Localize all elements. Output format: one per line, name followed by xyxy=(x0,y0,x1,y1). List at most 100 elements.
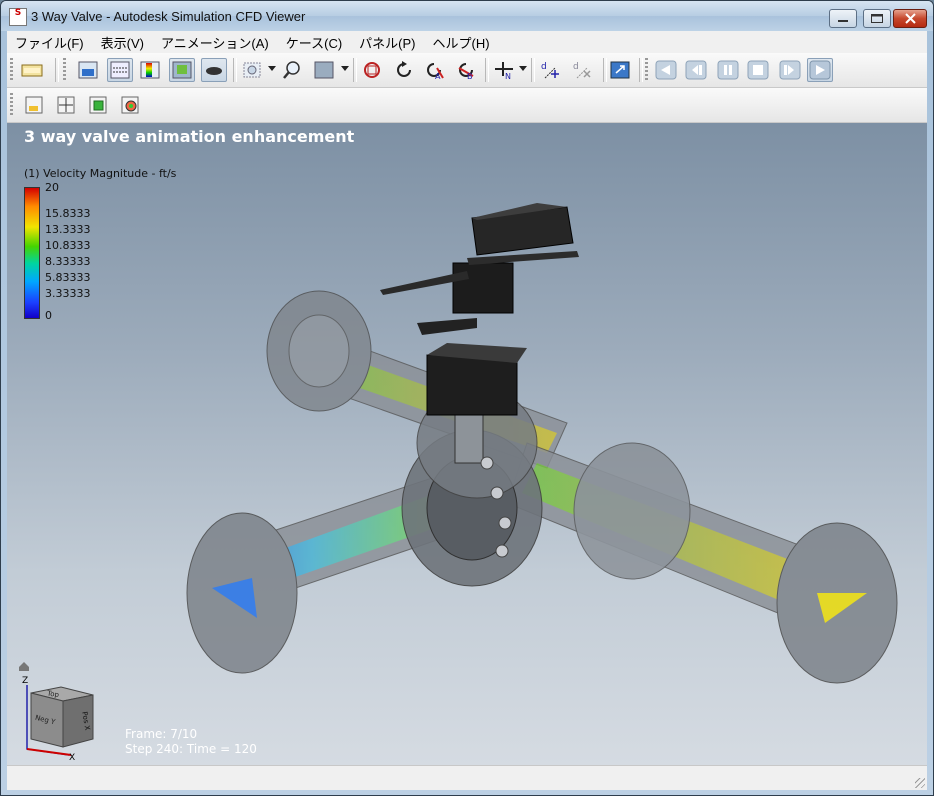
3d-viewport[interactable]: 3 way valve animation enhancement (1) Ve… xyxy=(7,123,927,765)
normal-to-dropdown[interactable] xyxy=(519,66,527,71)
svg-text:A: A xyxy=(435,72,441,80)
toolbar-separator xyxy=(55,58,59,82)
colorbar-button[interactable] xyxy=(137,58,163,82)
fit-view-dropdown[interactable] xyxy=(268,66,276,71)
shaded-view-button[interactable] xyxy=(169,58,195,82)
rotate-button[interactable] xyxy=(391,58,417,82)
plane-button[interactable] xyxy=(21,93,47,117)
secondary-toolbar xyxy=(7,88,927,123)
svg-text:B: B xyxy=(467,72,473,80)
toolbar-separator xyxy=(353,58,357,82)
menu-help[interactable]: ヘルプ(H) xyxy=(425,33,498,52)
step-forward-icon xyxy=(779,60,801,80)
front-view-icon xyxy=(78,61,98,79)
play-button[interactable] xyxy=(807,58,833,82)
toolbar-grip[interactable] xyxy=(63,58,66,82)
right-pipe xyxy=(506,442,898,684)
rotate-about-b-button[interactable]: B xyxy=(453,58,479,82)
menu-view[interactable]: 表示(V) xyxy=(93,33,152,52)
axis-z-label: Z xyxy=(22,676,28,686)
cross-section-icon xyxy=(57,96,75,114)
minimize-button[interactable] xyxy=(829,9,857,28)
open-icon xyxy=(21,64,43,77)
background-icon xyxy=(314,61,334,79)
toolbar-grip[interactable] xyxy=(10,58,13,82)
minimize-icon xyxy=(838,19,848,22)
open-button[interactable] xyxy=(19,58,45,82)
step-forward-button[interactable] xyxy=(777,58,803,82)
status-bar xyxy=(7,765,927,790)
step-time-label: Step 240: Time = 120 xyxy=(125,742,257,756)
main-toolbar: A B N d d xyxy=(7,53,927,88)
delete-point-icon: d xyxy=(573,62,591,79)
app-icon[interactable]: S xyxy=(9,8,27,26)
fit-view-icon xyxy=(243,62,261,78)
move-icon: d xyxy=(541,62,559,79)
stop-icon xyxy=(747,60,769,80)
toolbar-separator xyxy=(485,58,489,82)
stop-button[interactable] xyxy=(745,58,771,82)
shadow-icon xyxy=(206,67,222,75)
menu-panel[interactable]: パネル(P) xyxy=(351,33,423,52)
svg-text:N: N xyxy=(505,72,511,80)
zoom-button[interactable] xyxy=(279,58,305,82)
toolbar-separator xyxy=(639,58,643,82)
play-icon xyxy=(809,60,831,80)
move-button[interactable]: d xyxy=(537,58,563,82)
fullscreen-button[interactable] xyxy=(607,58,633,82)
maximize-icon xyxy=(871,14,883,23)
axis-x-label: X xyxy=(69,753,75,763)
frame-label: Frame: 7/10 xyxy=(125,727,198,741)
view-cube[interactable]: Z X Top Neg Y Pos X xyxy=(11,659,101,764)
application-window: S 3 Way Valve - Autodesk Simulation CFD … xyxy=(0,0,934,796)
top-view-button[interactable] xyxy=(107,58,133,82)
play-reverse-icon xyxy=(655,60,677,80)
rotate-about-b-icon: B xyxy=(458,63,474,80)
window-title: 3 Way Valve - Autodesk Simulation CFD Vi… xyxy=(31,9,306,24)
toolbar-separator xyxy=(233,58,237,82)
shadow-button[interactable] xyxy=(201,58,227,82)
reset-view-button[interactable] xyxy=(359,58,385,82)
fit-view-button[interactable] xyxy=(239,58,265,82)
cross-section-button[interactable] xyxy=(53,93,79,117)
close-button[interactable] xyxy=(893,9,927,28)
valve-body xyxy=(401,387,543,587)
menu-case[interactable]: ケース(C) xyxy=(278,33,350,52)
background-dropdown[interactable] xyxy=(341,66,349,71)
toolbar-grip[interactable] xyxy=(10,93,13,117)
resize-grip-icon[interactable] xyxy=(915,778,925,788)
step-back-icon xyxy=(685,60,707,80)
step-back-button[interactable] xyxy=(683,58,709,82)
home-view-icon[interactable] xyxy=(19,662,29,671)
shaded-view-icon xyxy=(172,61,192,79)
rotate-about-a-icon: A xyxy=(427,63,444,80)
menu-bar: ファイル(F) 表示(V) アニメーション(A) ケース(C) パネル(P) ヘ… xyxy=(7,31,927,53)
front-view-button[interactable] xyxy=(75,58,101,82)
plane-icon xyxy=(25,96,43,114)
svg-text:d: d xyxy=(541,62,547,72)
maximize-button[interactable] xyxy=(863,9,891,28)
play-reverse-button[interactable] xyxy=(653,58,679,82)
normal-to-button[interactable]: N xyxy=(491,58,517,82)
close-icon xyxy=(904,13,916,24)
toolbar-separator xyxy=(531,58,535,82)
pause-button[interactable] xyxy=(715,58,741,82)
iso-surface-button[interactable] xyxy=(85,93,111,117)
normal-to-icon: N xyxy=(495,62,513,80)
wall-result-icon xyxy=(121,96,139,114)
valve-model[interactable] xyxy=(7,123,927,765)
iso-surface-icon xyxy=(89,96,107,114)
menu-file[interactable]: ファイル(F) xyxy=(7,33,92,52)
wall-result-button[interactable] xyxy=(117,93,143,117)
menu-animation[interactable]: アニメーション(A) xyxy=(153,33,277,52)
delete-point-button[interactable]: d xyxy=(569,58,595,82)
reset-view-icon xyxy=(364,62,380,78)
title-bar[interactable]: S 3 Way Valve - Autodesk Simulation CFD … xyxy=(1,1,933,31)
rotate-icon xyxy=(397,61,411,77)
top-view-icon xyxy=(110,61,130,79)
pause-icon xyxy=(717,60,739,80)
rotate-about-a-button[interactable]: A xyxy=(421,58,447,82)
zoom-icon xyxy=(283,61,300,79)
toolbar-grip[interactable] xyxy=(645,58,648,82)
background-button[interactable] xyxy=(311,58,337,82)
